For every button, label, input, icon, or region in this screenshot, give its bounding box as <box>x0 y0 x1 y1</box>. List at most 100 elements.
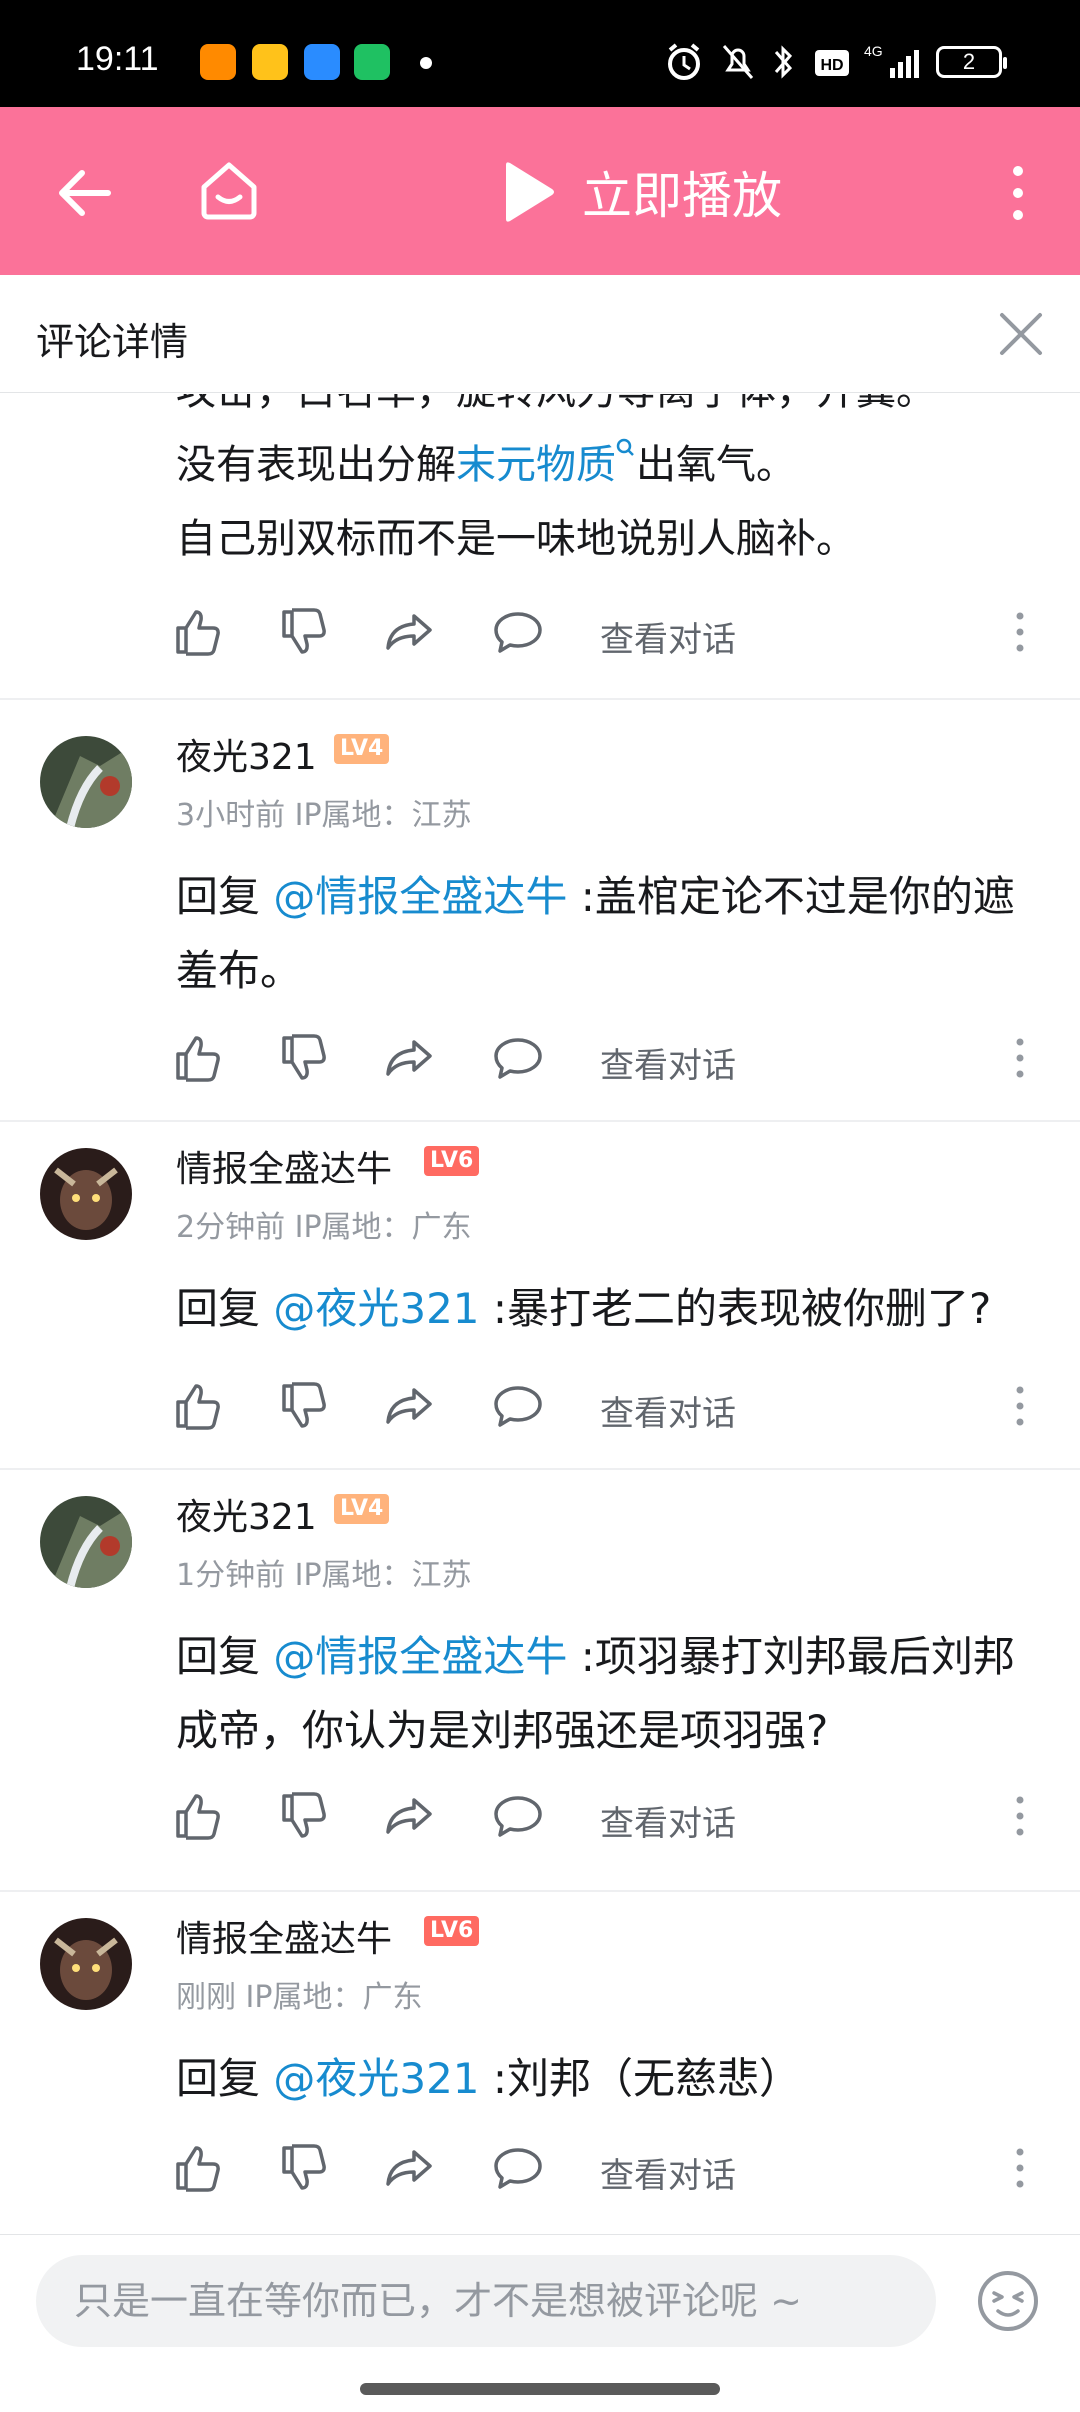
home-indicator[interactable] <box>360 2383 720 2395</box>
share-button[interactable] <box>382 1030 438 1086</box>
thumb-down-icon <box>282 608 326 654</box>
share-icon <box>386 1798 432 1834</box>
view-conversation-link[interactable]: 查看对话 <box>600 1386 736 1435</box>
like-button[interactable] <box>170 2140 226 2196</box>
share-button[interactable] <box>382 2140 438 2196</box>
action-row: 查看对话 <box>0 1030 1080 1100</box>
comment-meta: 3小时前 IP属地：江苏 <box>176 798 472 833</box>
dislike-button[interactable] <box>276 2140 332 2196</box>
previous-comment-fragment: 出氧气。 <box>636 442 796 488</box>
chat-bubble-icon <box>494 1038 542 1079</box>
username[interactable]: 夜光321 <box>176 1488 317 1540</box>
divider <box>0 1890 1080 1892</box>
detail-title: 评论详情 <box>36 320 189 364</box>
mention-link[interactable]: @情报全盛达牛 <box>273 1632 567 1681</box>
search-link-label: 末元物质 <box>456 442 616 488</box>
more-vertical-icon[interactable] <box>1012 610 1028 654</box>
signal-icon: 4G <box>864 43 919 78</box>
share-button[interactable] <box>382 604 438 660</box>
comment-list[interactable]: 攻击，白名单，旋转风力等离子体，开翼。 没有表现出分解末元物质出氧气。 自己别双… <box>0 394 1080 2234</box>
previous-comment-line: 攻击，白名单，旋转风力等离子体，开翼。 <box>176 394 1056 428</box>
username[interactable]: 情报全盛达牛 <box>176 1140 392 1192</box>
play-now-label: 立即播放 <box>582 167 782 225</box>
comment-meta: 刚刚 IP属地：广东 <box>176 1980 423 2015</box>
reply-button[interactable] <box>490 1030 546 1086</box>
reply-button[interactable] <box>490 604 546 660</box>
play-now-button[interactable]: 立即播放 <box>500 157 782 227</box>
level-badge: LV6 <box>424 1146 480 1176</box>
home-icon[interactable] <box>196 157 262 223</box>
reply-prefix: 回复 <box>176 1632 274 1681</box>
emoji-icon[interactable] <box>976 2269 1040 2333</box>
divider <box>0 1120 1080 1122</box>
reply-button[interactable] <box>490 1378 546 1434</box>
reply-button[interactable] <box>490 1788 546 1844</box>
view-conversation-link[interactable]: 查看对话 <box>600 1038 736 1087</box>
previous-comment-fragment: 没有表现出分解 <box>176 442 456 488</box>
notification-app-icon <box>200 44 236 80</box>
avatar[interactable] <box>40 1918 132 2010</box>
comment-text: 回复 @夜光321 :暴打老二的表现被你删了? <box>176 1218 1036 1346</box>
more-vertical-icon[interactable] <box>1012 2146 1028 2190</box>
thumb-up-icon <box>176 1036 220 1082</box>
share-icon <box>386 614 432 650</box>
thumb-down-icon <box>282 2144 326 2190</box>
view-conversation-link[interactable]: 查看对话 <box>600 612 736 661</box>
avatar[interactable] <box>40 1496 132 1588</box>
close-icon[interactable] <box>996 309 1046 359</box>
dislike-button[interactable] <box>276 604 332 660</box>
more-vertical-icon[interactable] <box>1012 1036 1028 1080</box>
like-button[interactable] <box>170 1788 226 1844</box>
action-row: 查看对话 <box>0 1788 1080 1858</box>
divider <box>0 698 1080 700</box>
avatar[interactable] <box>40 736 132 828</box>
more-vertical-icon[interactable] <box>1012 1794 1028 1838</box>
chat-bubble-icon <box>494 612 542 653</box>
avatar[interactable] <box>40 1148 132 1240</box>
more-vertical-icon[interactable] <box>1012 1384 1028 1428</box>
play-icon <box>506 162 554 222</box>
reply-body: :暴打老二的表现被你删了? <box>479 1284 992 1333</box>
like-button[interactable] <box>170 604 226 660</box>
comment-text: 回复 @情报全盛达牛 :盖棺定论不过是你的遮羞布。 <box>176 860 1036 1008</box>
comment-meta: 1分钟前 IP属地：江苏 <box>176 1558 472 1593</box>
like-button[interactable] <box>170 1030 226 1086</box>
dislike-button[interactable] <box>276 1378 332 1434</box>
username[interactable]: 情报全盛达牛 <box>176 1910 392 1962</box>
mute-icon <box>722 45 754 79</box>
search-link[interactable]: 末元物质 <box>456 438 636 488</box>
more-vertical-icon[interactable] <box>998 163 1038 223</box>
dislike-button[interactable] <box>276 1030 332 1086</box>
hd-icon: HD <box>815 50 849 76</box>
thumb-up-icon <box>176 1794 220 1840</box>
share-icon <box>386 1388 432 1424</box>
network-label: 4G <box>864 43 883 59</box>
share-button[interactable] <box>382 1788 438 1844</box>
thumb-up-icon <box>176 1384 220 1430</box>
action-row: 查看对话 <box>0 604 1080 674</box>
thumb-down-icon <box>282 1034 326 1080</box>
comment-input[interactable]: 只是一直在等你而已，才不是想被评论呢 ~ <box>36 2255 936 2347</box>
reply-button[interactable] <box>490 2140 546 2196</box>
previous-comment-line: 没有表现出分解末元物质 出氧气。 <box>176 428 1056 502</box>
battery-icon: 2 <box>936 46 1007 78</box>
mention-link[interactable]: @夜光321 <box>273 1284 479 1333</box>
comment-text: 回复 @情报全盛达牛 :项羽暴打刘邦最后刘邦成帝，你认为是刘邦强还是项羽强? <box>176 1620 1036 1768</box>
thumb-up-icon <box>176 610 220 656</box>
mention-link[interactable]: @夜光321 <box>273 2054 479 2103</box>
username[interactable]: 夜光321 <box>176 728 317 780</box>
mention-link[interactable]: @情报全盛达牛 <box>273 872 567 921</box>
comment-text: 回复 @夜光321 :刘邦（无慈悲） <box>176 2042 1036 2116</box>
status-time: 19:11 <box>76 40 159 78</box>
like-button[interactable] <box>170 1378 226 1434</box>
back-arrow-icon[interactable] <box>54 163 114 223</box>
share-button[interactable] <box>382 1378 438 1434</box>
dislike-button[interactable] <box>276 1788 332 1844</box>
view-conversation-link[interactable]: 查看对话 <box>600 1796 736 1845</box>
previous-comment-text: 攻击，白名单，旋转风力等离子体，开翼。 没有表现出分解末元物质出氧气。 自己别双… <box>176 394 1056 576</box>
action-row: 查看对话 <box>0 2140 1080 2210</box>
divider <box>0 1468 1080 1470</box>
chat-bubble-icon <box>494 2148 542 2189</box>
view-conversation-link[interactable]: 查看对话 <box>600 2148 736 2197</box>
chat-bubble-icon <box>494 1386 542 1427</box>
